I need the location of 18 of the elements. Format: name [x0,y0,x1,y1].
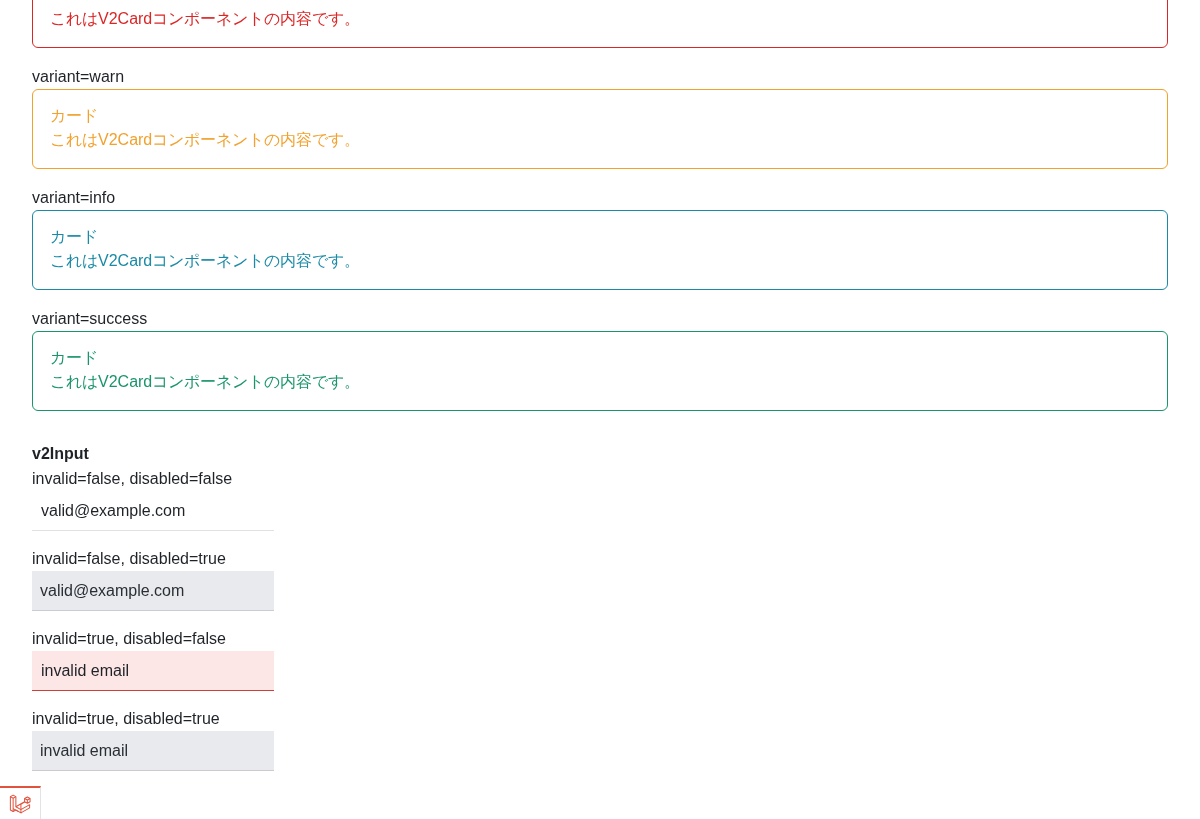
variant-label: variant=success [32,309,148,329]
card-text: これはV2Cardコンポーネントの内容です。 [50,130,361,150]
input-field[interactable]: invalid email [32,651,274,691]
variant-label: variant=warn [32,67,125,87]
card-text: これはV2Cardコンポーネントの内容です。 [50,372,361,392]
card-text: これはV2Cardコンポーネントの内容です。 [50,9,361,29]
card-title: カード [50,348,98,368]
cubes-icon [9,792,31,815]
card-text: これはV2Cardコンポーネントの内容です。 [50,251,361,271]
input-label: invalid=true, disabled=true [32,709,220,729]
input-label: invalid=false, disabled=false [32,469,233,489]
section-heading: v2Input [32,444,89,464]
input-label: invalid=false, disabled=true [32,549,226,569]
card-title: カード [50,227,98,247]
card-title: カード [50,106,98,126]
variant-label: variant=info [32,188,116,208]
toolbar-toggle-button[interactable] [0,786,41,819]
input-label: invalid=true, disabled=false [32,629,226,649]
